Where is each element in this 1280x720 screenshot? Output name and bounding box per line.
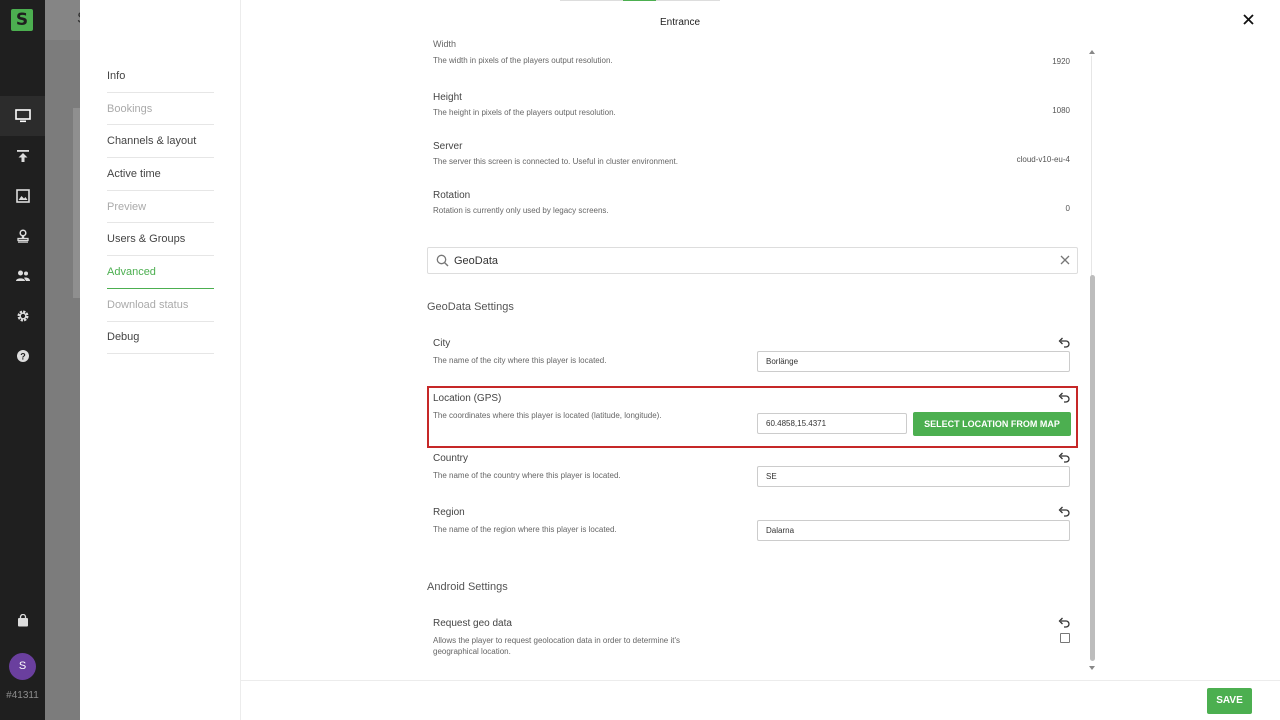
undo-icon[interactable]: [1058, 451, 1070, 463]
nav-debug[interactable]: Debug: [107, 322, 214, 355]
property-value: 0: [1065, 204, 1070, 213]
setting-country: Country The name of the country where th…: [433, 451, 1070, 503]
select-location-from-map-button[interactable]: SELECT LOCATION FROM MAP: [913, 412, 1071, 436]
nav-download-status[interactable]: Download status: [107, 289, 214, 322]
property-row-server: Server The server this screen is connect…: [433, 141, 1070, 166]
close-button[interactable]: [1240, 11, 1256, 27]
screens-nav-button[interactable]: [0, 96, 45, 136]
top-tab-indicator: [560, 0, 720, 1]
background-header: S: [45, 0, 88, 40]
property-desc: The height in pixels of the players outp…: [433, 108, 616, 117]
property-title: Server: [433, 141, 463, 152]
modal-title: Entrance: [659, 17, 701, 28]
gps-input[interactable]: 60.4858,15.4371: [757, 413, 907, 434]
nav-users-groups[interactable]: Users & Groups: [107, 223, 214, 257]
property-row-height: Height The height in pixels of the playe…: [433, 92, 1070, 117]
close-icon: [1242, 13, 1254, 25]
shopping-bag-icon: [17, 613, 28, 626]
content-scrollbar[interactable]: [1089, 50, 1095, 670]
setting-title: Country: [433, 453, 469, 464]
scroll-up-arrow[interactable]: [1089, 50, 1095, 54]
scroll-thumb[interactable]: [1090, 275, 1095, 661]
setting-title: Region: [433, 507, 465, 518]
help-nav-button[interactable]: ?: [0, 336, 45, 376]
upload-icon: [16, 150, 29, 162]
android-section-title: Android Settings: [427, 581, 508, 593]
undo-icon[interactable]: [1058, 336, 1070, 348]
gear-icon: [17, 310, 28, 322]
setting-request-geo-data: Request geo data Allows the player to re…: [433, 616, 1070, 668]
publish-nav-button[interactable]: [0, 136, 45, 176]
svg-text:?: ?: [20, 352, 26, 362]
property-row-width: The width in pixels of the players outpu…: [433, 56, 1070, 66]
setting-title: Location (GPS): [433, 393, 502, 404]
search-input[interactable]: GeoData: [454, 255, 498, 267]
setting-desc: The name of the country where this playe…: [433, 471, 621, 480]
settings-sidenav: Info Bookings Channels & layout Active t…: [107, 60, 214, 355]
country-input[interactable]: SE: [757, 466, 1070, 487]
nav-preview[interactable]: Preview: [107, 191, 214, 224]
save-button[interactable]: SAVE: [1207, 688, 1252, 714]
setting-desc: The name of the region where this player…: [433, 525, 617, 534]
request-geo-checkbox[interactable]: [1060, 633, 1070, 643]
setting-desc: Allows the player to request geolocation…: [433, 636, 680, 645]
media-nav-button[interactable]: [0, 176, 45, 216]
nav-advanced[interactable]: Advanced: [107, 256, 214, 289]
image-icon: [15, 189, 30, 203]
users-nav-button[interactable]: [0, 256, 45, 296]
setting-region: Region The name of the region where this…: [433, 505, 1070, 557]
screen-settings-modal: Entrance Info Bookings Channels & layout…: [80, 0, 1280, 720]
nav-bookings[interactable]: Bookings: [107, 93, 214, 126]
setting-city: City The name of the city where this pla…: [433, 336, 1070, 388]
store-button[interactable]: [0, 600, 45, 640]
app-logo[interactable]: S: [11, 9, 33, 31]
property-desc: The server this screen is connected to. …: [433, 157, 678, 166]
property-value: 1080: [1052, 106, 1070, 115]
settings-content: Width The width in pixels of the players…: [241, 40, 1280, 680]
nav-channels-layout[interactable]: Channels & layout: [107, 125, 214, 159]
property-title: Height: [433, 92, 462, 103]
stamp-nav-button[interactable]: [0, 216, 45, 256]
clear-icon[interactable]: [1059, 254, 1071, 266]
setting-desc: The coordinates where this player is loc…: [433, 411, 662, 420]
property-row-rotation: Rotation Rotation is currently only used…: [433, 190, 1070, 215]
setting-location: Location (GPS) The coordinates where thi…: [433, 391, 1071, 443]
property-desc: The width in pixels of the players outpu…: [433, 56, 613, 65]
account-id: #41311: [6, 690, 39, 701]
property-value: 1920: [1052, 57, 1070, 66]
setting-title: City: [433, 338, 451, 349]
scroll-down-arrow[interactable]: [1089, 666, 1095, 670]
property-desc: Rotation is currently only used by legac…: [433, 206, 609, 215]
nav-info[interactable]: Info: [107, 60, 214, 93]
nav-active-time[interactable]: Active time: [107, 158, 214, 191]
city-input[interactable]: Borlänge: [757, 351, 1070, 372]
settings-search[interactable]: GeoData: [427, 247, 1078, 274]
undo-icon[interactable]: [1058, 505, 1070, 517]
display-icon: [14, 109, 31, 123]
geodata-section-title: GeoData Settings: [427, 301, 514, 313]
width-title: Width: [433, 40, 457, 49]
region-input[interactable]: Dalarna: [757, 520, 1070, 541]
search-icon: [436, 254, 449, 267]
people-icon: [15, 270, 30, 281]
undo-icon[interactable]: [1058, 391, 1070, 403]
setting-desc: The name of the city where this player i…: [433, 356, 607, 365]
settings-nav-button[interactable]: [0, 296, 45, 336]
property-title: Rotation: [433, 190, 471, 201]
app-rail: S ? S #41311: [0, 0, 45, 720]
setting-title: Request geo data: [433, 618, 512, 629]
setting-desc-line2: geographical location.: [433, 647, 511, 656]
help-icon: ?: [16, 350, 29, 362]
modal-footer: SAVE: [241, 680, 1280, 720]
user-avatar[interactable]: S: [9, 653, 36, 680]
stamp-icon: [16, 229, 29, 243]
property-value: cloud-v10-eu-4: [1016, 155, 1070, 164]
undo-icon[interactable]: [1058, 616, 1070, 628]
background-app: S: [45, 0, 88, 720]
